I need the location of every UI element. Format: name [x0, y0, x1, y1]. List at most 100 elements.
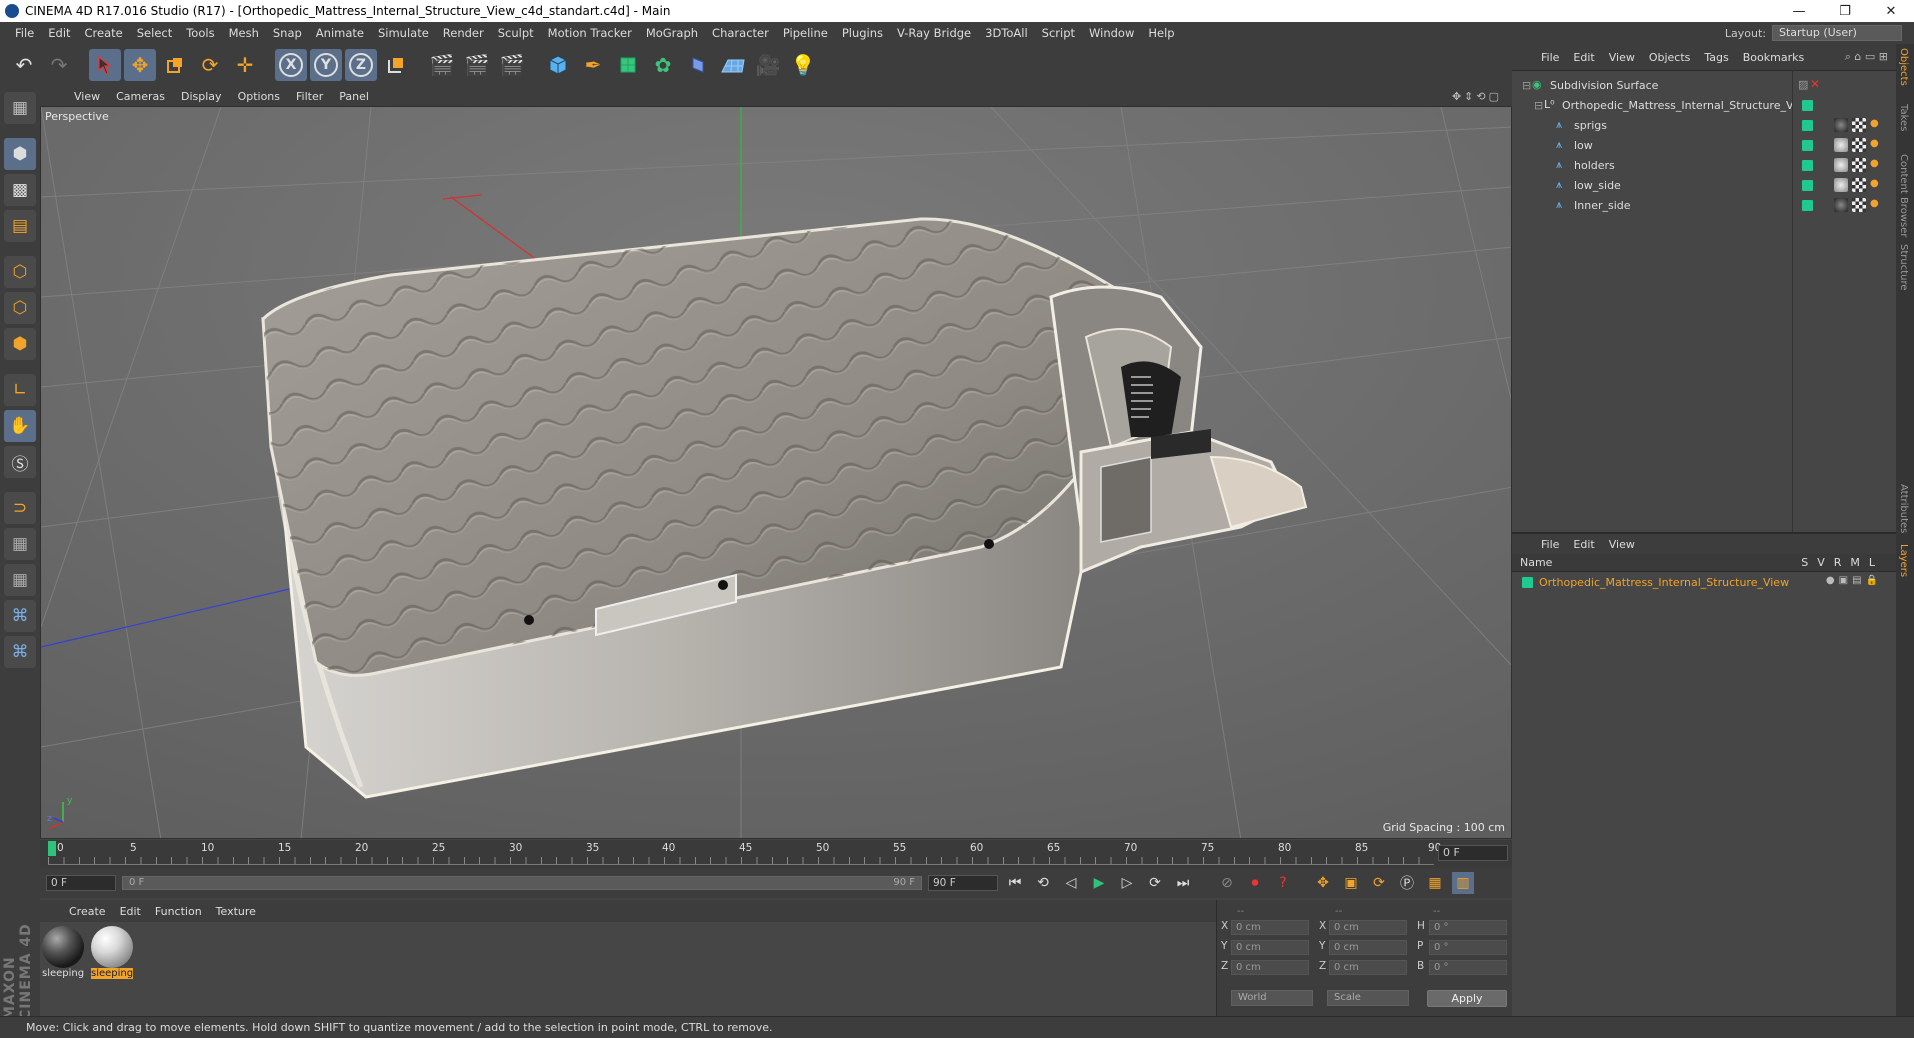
menu-3dtoall[interactable]: 3DToAll	[978, 26, 1035, 40]
pen-spline-icon[interactable]: ✒	[577, 49, 609, 81]
python-script-icon[interactable]: ⌘	[4, 636, 36, 668]
layer-color-swatch[interactable]	[1802, 160, 1813, 171]
end-frame-field[interactable]: 90 F	[928, 875, 998, 891]
key-scale-icon[interactable]: ▣	[1340, 872, 1362, 894]
axis-mode-icon[interactable]: ∟	[4, 374, 36, 406]
z-axis-icon[interactable]: Z	[345, 49, 377, 81]
tab-content-browser[interactable]: Content Browser	[1898, 154, 1909, 237]
coordinate-mode-select[interactable]: World	[1231, 990, 1313, 1006]
menu-vray-bridge[interactable]: V-Ray Bridge	[890, 26, 978, 40]
menu-sculpt[interactable]: Sculpt	[491, 26, 541, 40]
collapse-toggle-icon[interactable]: ⊟	[1522, 79, 1532, 92]
play-icon[interactable]: ▶	[1088, 872, 1110, 894]
texture-tag-icon[interactable]	[1852, 178, 1866, 192]
phong-tag-icon[interactable]: ●	[1870, 138, 1879, 149]
menu-animate[interactable]: Animate	[309, 26, 371, 40]
polygons-mode-icon[interactable]: ⬢	[4, 328, 36, 360]
rotation-h-field[interactable]: 0 °	[1429, 920, 1507, 935]
layer-color-swatch[interactable]	[1802, 140, 1813, 151]
menu-edit[interactable]: Edit	[41, 26, 77, 40]
redo-icon[interactable]: ↷	[43, 49, 75, 81]
viewport-menu-filter[interactable]: Filter	[288, 90, 331, 103]
move-icon[interactable]: ✥	[124, 49, 156, 81]
workplane-mode-icon[interactable]: ▤	[4, 210, 36, 242]
position-x-field[interactable]: 0 cm	[1231, 920, 1309, 935]
texture-tag-icon[interactable]	[1852, 158, 1866, 172]
undo-icon[interactable]: ↶	[8, 49, 40, 81]
phong-tag-icon[interactable]: ●	[1870, 158, 1879, 169]
object-manager-search-icon[interactable]: ⌕ ⌂ ▭ ⊞	[1845, 50, 1896, 64]
size-z-field[interactable]: 0 cm	[1329, 960, 1407, 975]
tab-layers[interactable]: Layers	[1898, 544, 1909, 577]
rotation-b-field[interactable]: 0 °	[1429, 960, 1507, 975]
tab-structure[interactable]: Structure	[1898, 244, 1909, 291]
light-icon[interactable]: 💡	[787, 49, 819, 81]
preview-range-slider[interactable]: 0 F 90 F	[122, 876, 922, 890]
menu-window[interactable]: Window	[1082, 26, 1141, 40]
magnet-icon[interactable]: ⊃	[4, 492, 36, 524]
playhead-marker[interactable]	[48, 841, 56, 856]
cloner-icon[interactable]: ✿	[647, 49, 679, 81]
texture-tag-icon[interactable]	[1852, 138, 1866, 152]
tree-row-sprigs[interactable]: ⩚ sprigs ●	[1512, 115, 1896, 135]
layer-flag-icons[interactable]: ●▣▤🔒	[1826, 575, 1882, 586]
material-tag-icon[interactable]	[1834, 198, 1848, 212]
rotate-icon[interactable]: ⟳	[194, 49, 226, 81]
menu-simulate[interactable]: Simulate	[371, 26, 436, 40]
grid-snap-icon[interactable]: ▦	[4, 564, 36, 596]
minimize-button[interactable]: —	[1776, 4, 1822, 19]
menu-tools[interactable]: Tools	[179, 26, 221, 40]
viewport-nav-icons[interactable]: ✥⇕⟲▢	[1452, 90, 1512, 103]
go-to-start-icon[interactable]: ⏮	[1004, 872, 1026, 894]
next-frame-icon[interactable]: ▷	[1116, 872, 1138, 894]
menu-motion-tracker[interactable]: Motion Tracker	[541, 26, 639, 40]
autokeying-icon[interactable]: ?	[1272, 872, 1294, 894]
make-editable-icon[interactable]: ▦	[4, 92, 36, 124]
live-select-icon[interactable]: ✛	[229, 49, 261, 81]
deformer-icon[interactable]	[682, 49, 714, 81]
timeline-ruler[interactable]: 0 5 10 15 20 25 30 35 40 45 50 55 60 65 …	[40, 840, 1512, 868]
go-to-previous-key-icon[interactable]: ⟲	[1032, 872, 1054, 894]
material-menu-create[interactable]: Create	[62, 905, 113, 918]
scale-icon[interactable]	[159, 49, 191, 81]
object-menu-file[interactable]: File	[1534, 51, 1566, 64]
coordinate-system-icon[interactable]	[380, 49, 412, 81]
subdivision-icon[interactable]	[612, 49, 644, 81]
edges-mode-icon[interactable]: ⬡	[4, 292, 36, 324]
key-parameter-icon[interactable]: Ⓟ	[1396, 872, 1418, 894]
layer-color-swatch[interactable]	[1522, 576, 1533, 588]
menu-script[interactable]: Script	[1035, 26, 1082, 40]
tree-row-inner-side[interactable]: ⩚ Inner_side ●	[1512, 195, 1896, 215]
key-pla-icon[interactable]: ▦	[1424, 872, 1446, 894]
object-menu-objects[interactable]: Objects	[1642, 51, 1698, 64]
viewport-menu-cameras[interactable]: Cameras	[108, 90, 173, 103]
phong-tag-icon[interactable]: ●	[1870, 198, 1879, 209]
select-cursor-icon[interactable]	[89, 49, 121, 81]
texture-tag-icon[interactable]	[1852, 198, 1866, 212]
x-axis-icon[interactable]: X	[275, 49, 307, 81]
object-menu-tags[interactable]: Tags	[1697, 51, 1735, 64]
menu-help[interactable]: Help	[1141, 26, 1181, 40]
timeline-window-icon[interactable]: ▥	[1452, 872, 1474, 894]
material-menu-texture[interactable]: Texture	[209, 905, 263, 918]
menu-file[interactable]: File	[8, 26, 41, 40]
snap-icon[interactable]: Ⓢ	[4, 446, 36, 478]
size-x-field[interactable]: 0 cm	[1329, 920, 1407, 935]
previous-frame-icon[interactable]: ◁	[1060, 872, 1082, 894]
tweak-mode-icon[interactable]: ✋	[4, 410, 36, 442]
tree-row-low[interactable]: ⩚ low ●	[1512, 135, 1896, 155]
menu-plugins[interactable]: Plugins	[835, 26, 890, 40]
camera-icon[interactable]: 🎥	[752, 49, 784, 81]
menu-select[interactable]: Select	[130, 26, 179, 40]
points-mode-icon[interactable]: ⬡	[4, 256, 36, 288]
disable-x-icon[interactable]: ✕	[1810, 77, 1820, 91]
visibility-toggle-icon[interactable]: ▨	[1798, 78, 1808, 91]
material-tag-icon[interactable]	[1834, 138, 1848, 152]
viewport-menu-view[interactable]: View	[66, 90, 108, 103]
texture-tag-icon[interactable]	[1852, 118, 1866, 132]
record-active-objects-icon[interactable]: ⏺	[1244, 872, 1266, 894]
layer-menu-view[interactable]: View	[1602, 538, 1642, 551]
layer-menu-edit[interactable]: Edit	[1566, 538, 1601, 551]
key-rotation-icon[interactable]: ⟳	[1368, 872, 1390, 894]
tab-attributes[interactable]: Attributes	[1898, 484, 1909, 533]
